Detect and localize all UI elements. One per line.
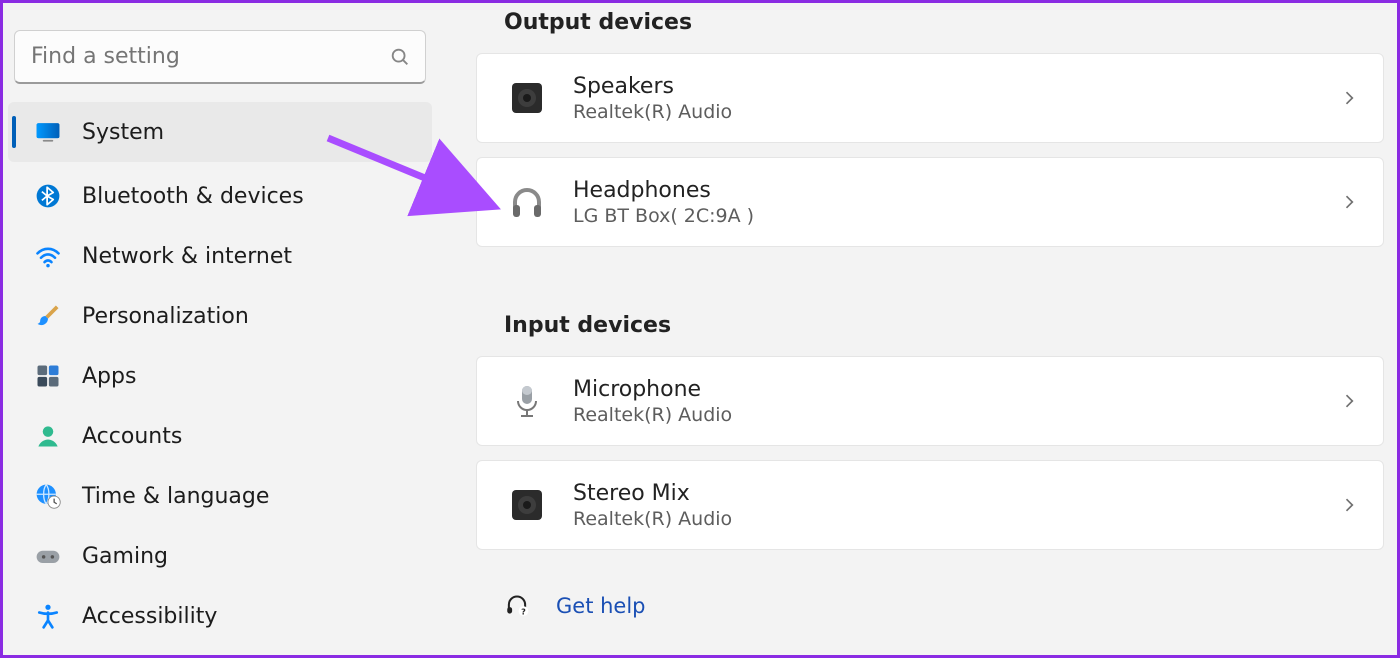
speaker-icon [507,485,547,525]
search-input[interactable] [29,43,389,70]
device-subtitle: Realtek(R) Audio [573,101,1339,123]
sidebar-item-label: System [82,120,164,145]
chevron-right-icon [1339,391,1359,411]
sidebar-item-label: Network & internet [82,244,292,269]
section-title-input: Input devices [504,313,1384,338]
person-icon [34,422,62,450]
sidebar-item-time[interactable]: Time & language [8,466,432,526]
sidebar-item-system[interactable]: System [8,102,432,162]
svg-text:?: ? [521,606,526,616]
sidebar-item-label: Accounts [82,424,182,449]
sidebar-item-accessibility[interactable]: Accessibility [8,586,432,646]
device-row-microphone[interactable]: Microphone Realtek(R) Audio [476,356,1384,446]
device-title: Stereo Mix [573,481,1339,506]
sidebar-item-label: Time & language [82,484,269,509]
apps-icon [34,362,62,390]
chevron-right-icon [1339,192,1359,212]
sidebar-item-label: Bluetooth & devices [82,184,304,209]
mic-icon [507,381,547,421]
sidebar-item-label: Apps [82,364,136,389]
display-icon [34,118,62,146]
device-title: Microphone [573,377,1339,402]
device-subtitle: Realtek(R) Audio [573,404,1339,426]
device-row-headphones[interactable]: Headphones LG BT Box( 2C:9A ) [476,157,1384,247]
gamepad-icon [34,542,62,570]
accessibility-icon [34,602,62,630]
sidebar-item-label: Personalization [82,304,249,329]
device-subtitle: LG BT Box( 2C:9A ) [573,205,1339,227]
sidebar-item-label: Gaming [82,544,168,569]
chevron-right-icon [1339,495,1359,515]
sidebar: System Bluetooth & devices Network & int… [0,0,440,658]
search-box[interactable] [14,30,426,84]
speaker-icon [507,78,547,118]
brush-icon [34,302,62,330]
sidebar-item-gaming[interactable]: Gaming [8,526,432,586]
content: Output devices Speakers Realtek(R) Audio… [476,0,1384,658]
sidebar-item-bluetooth[interactable]: Bluetooth & devices [8,166,432,226]
sidebar-item-network[interactable]: Network & internet [8,226,432,286]
chevron-right-icon [1339,88,1359,108]
device-title: Speakers [573,74,1339,99]
get-help-link[interactable]: Get help [556,594,646,618]
wifi-icon [34,242,62,270]
sidebar-item-accounts[interactable]: Accounts [8,406,432,466]
search-icon [389,46,411,68]
help-row: ? Get help [504,590,1384,621]
help-icon: ? [504,590,530,621]
device-title: Headphones [573,178,1339,203]
sidebar-item-label: Accessibility [82,604,217,629]
sidebar-item-apps[interactable]: Apps [8,346,432,406]
bluetooth-icon [34,182,62,210]
nav: System Bluetooth & devices Network & int… [0,102,440,646]
sidebar-item-personalization[interactable]: Personalization [8,286,432,346]
device-subtitle: Realtek(R) Audio [573,508,1339,530]
section-title-output: Output devices [504,10,1384,35]
device-row-speakers[interactable]: Speakers Realtek(R) Audio [476,53,1384,143]
device-row-stereomix[interactable]: Stereo Mix Realtek(R) Audio [476,460,1384,550]
globe-clock-icon [34,482,62,510]
headphones-icon [507,182,547,222]
